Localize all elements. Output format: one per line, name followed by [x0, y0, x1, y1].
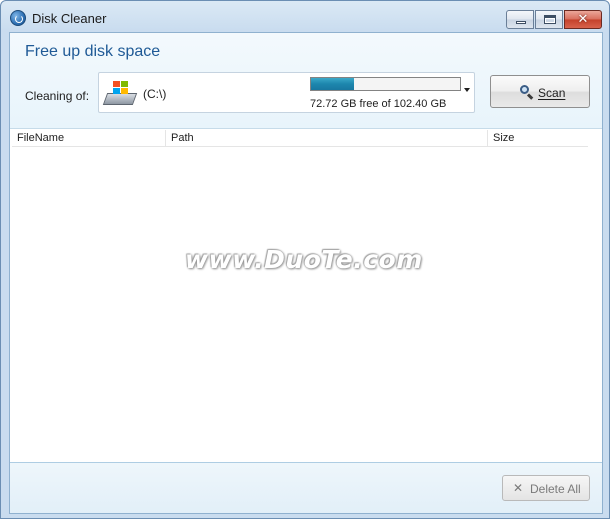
watermark-text: www.DuoTe.com — [185, 245, 423, 274]
column-header-size[interactable]: Size — [488, 130, 588, 147]
drive-select[interactable]: (C:\) 72.72 GB free of 102.40 GB — [98, 72, 475, 113]
title-bar[interactable]: Disk Cleaner ✕ — [1, 1, 609, 34]
column-header-filename[interactable]: FileName — [12, 130, 166, 147]
scan-button[interactable]: Scan — [490, 75, 590, 108]
delete-all-label: Delete All — [530, 482, 581, 496]
client-area: Free up disk space Cleaning of: (C:\) 72… — [9, 32, 603, 514]
page-title: Free up disk space — [25, 43, 161, 60]
chevron-down-icon[interactable] — [464, 88, 470, 92]
minimize-icon — [516, 21, 526, 24]
scan-label: Scan — [538, 86, 566, 100]
maximize-button[interactable] — [535, 10, 563, 29]
cleaning-of-label: Cleaning of: — [25, 89, 90, 103]
drive-name: (C:\) — [143, 87, 167, 101]
disk-usage-bar — [310, 77, 461, 91]
window-title: Disk Cleaner — [32, 11, 107, 26]
disk-usage-fill — [311, 78, 355, 90]
free-space-text: 72.72 GB free of 102.40 GB — [310, 98, 447, 110]
disk-cleaner-window: Disk Cleaner ✕ Free up disk space Cleani… — [0, 0, 610, 519]
delete-all-button[interactable]: ✕ Delete All — [502, 475, 590, 501]
delete-icon: ✕ — [513, 481, 524, 495]
maximize-icon — [544, 15, 556, 24]
app-icon — [10, 10, 26, 26]
magnifier-icon — [520, 85, 534, 100]
minimize-button[interactable] — [506, 10, 534, 29]
close-button[interactable]: ✕ — [564, 10, 602, 29]
windows-drive-icon — [102, 81, 138, 107]
file-list[interactable] — [12, 148, 600, 462]
close-icon: ✕ — [577, 12, 589, 27]
footer-panel: ✕ Delete All — [10, 462, 602, 513]
column-header-path[interactable]: Path — [166, 130, 488, 147]
file-table-header: FileName Path Size — [12, 130, 588, 147]
header-panel: Free up disk space Cleaning of: (C:\) 72… — [10, 33, 602, 129]
